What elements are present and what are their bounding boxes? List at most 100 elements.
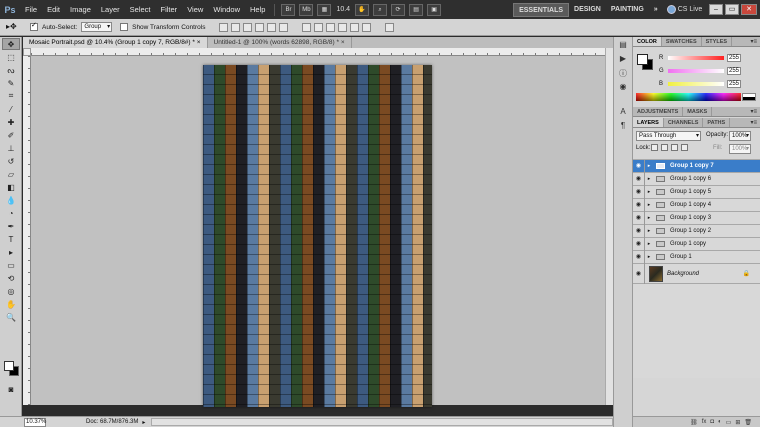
mini-bridge-icon[interactable]: Mb bbox=[299, 3, 314, 16]
link-layers-icon[interactable]: ⛓ bbox=[690, 419, 698, 426]
panel-menu-icon[interactable]: ▾≡ bbox=[750, 107, 757, 117]
tab-untitled-1[interactable]: Untitled-1 @ 100% (words 62898, RGB/8) *… bbox=[207, 37, 352, 48]
lock-transparent-icon[interactable] bbox=[651, 144, 658, 151]
menu-window[interactable]: Window bbox=[208, 0, 245, 19]
quick-selection-tool-icon[interactable]: ✎ bbox=[2, 77, 20, 89]
menu-layer[interactable]: Layer bbox=[96, 0, 125, 19]
menu-image[interactable]: Image bbox=[65, 0, 96, 19]
clone-stamp-tool-icon[interactable]: ⊥ bbox=[2, 142, 20, 154]
red-value[interactable]: 255 bbox=[727, 53, 741, 62]
character-panel-icon[interactable]: A bbox=[616, 107, 630, 118]
tab-close-icon[interactable]: × bbox=[197, 39, 201, 46]
align-vcenter-icon[interactable] bbox=[231, 22, 241, 32]
adjustment-layer-icon[interactable]: ◐ bbox=[718, 419, 722, 425]
screen-mode-icon[interactable]: ▣ bbox=[427, 3, 442, 16]
view-extras-icon[interactable]: ▦ bbox=[317, 3, 332, 16]
layer-row-group-1-copy-6[interactable]: ◉ ▸ Group 1 copy 6 bbox=[633, 172, 760, 186]
gradient-tool-icon[interactable]: ◧ bbox=[2, 181, 20, 193]
layer-row-group-1-copy-4[interactable]: ◉ ▸ Group 1 copy 4 bbox=[633, 198, 760, 212]
tab-styles[interactable]: STYLES bbox=[702, 37, 733, 46]
history-brush-tool-icon[interactable]: ↺ bbox=[2, 155, 20, 167]
tab-swatches[interactable]: SWATCHES bbox=[662, 37, 702, 46]
paragraph-panel-icon[interactable]: ¶ bbox=[616, 121, 630, 132]
tab-adjustments[interactable]: ADJUSTMENTS bbox=[633, 107, 684, 116]
tab-channels[interactable]: CHANNELS bbox=[664, 118, 704, 127]
lock-image-icon[interactable] bbox=[661, 144, 668, 151]
layer-row-group-1-copy-7[interactable]: ◉ ▸ Group 1 copy 7 bbox=[633, 159, 760, 173]
rotate-view-icon[interactable]: ⟳ bbox=[391, 3, 406, 16]
zoom-field[interactable]: 10.37% bbox=[24, 417, 46, 427]
minimize-button[interactable]: – bbox=[709, 4, 723, 15]
visibility-eye-icon[interactable]: ◉ bbox=[633, 159, 645, 173]
horizontal-scrollbar[interactable] bbox=[151, 418, 613, 426]
close-button[interactable]: ✕ bbox=[741, 4, 757, 15]
layer-row-group-1-copy-2[interactable]: ◉ ▸ Group 1 copy 2 bbox=[633, 224, 760, 238]
new-layer-icon[interactable]: ⊞ bbox=[735, 419, 740, 426]
visibility-eye-icon[interactable]: ◉ bbox=[633, 224, 645, 238]
add-mask-icon[interactable]: ◘ bbox=[710, 419, 714, 425]
align-top-icon[interactable] bbox=[219, 22, 229, 32]
brush-tool-icon[interactable]: ✐ bbox=[2, 129, 20, 141]
type-tool-icon[interactable]: T bbox=[2, 233, 20, 245]
expand-arrow-icon[interactable]: ▸ bbox=[645, 163, 653, 169]
align-hcenter-icon[interactable] bbox=[267, 22, 277, 32]
quick-mask-icon[interactable]: ◙ bbox=[2, 383, 20, 395]
path-selection-tool-icon[interactable]: ▸ bbox=[2, 246, 20, 258]
distribute-bottom-icon[interactable] bbox=[326, 22, 336, 32]
zoom-tool-icon[interactable]: ⌕ bbox=[373, 3, 388, 16]
pen-tool-icon[interactable]: ✒ bbox=[2, 220, 20, 232]
vertical-ruler[interactable] bbox=[23, 56, 31, 405]
visibility-eye-icon[interactable]: ◉ bbox=[633, 237, 645, 251]
lock-all-icon[interactable] bbox=[681, 144, 688, 151]
navigator-panel-icon[interactable]: ◉ bbox=[616, 82, 630, 93]
info-panel-icon[interactable]: ⓘ bbox=[616, 68, 630, 79]
layer-row-group-1-copy-3[interactable]: ◉ ▸ Group 1 copy 3 bbox=[633, 211, 760, 225]
menu-filter[interactable]: Filter bbox=[156, 0, 183, 19]
align-bottom-icon[interactable] bbox=[243, 22, 253, 32]
cs-live-button[interactable]: CS Live bbox=[666, 5, 702, 14]
color-spectrum[interactable] bbox=[636, 93, 741, 101]
history-panel-icon[interactable]: ▤ bbox=[616, 40, 630, 51]
layer-style-icon[interactable]: fx bbox=[702, 419, 707, 425]
opacity-field[interactable]: 100% bbox=[729, 131, 751, 141]
layer-row-group-1-copy-5[interactable]: ◉ ▸ Group 1 copy 5 bbox=[633, 185, 760, 199]
auto-select-checkbox[interactable] bbox=[30, 21, 38, 31]
menu-help[interactable]: Help bbox=[245, 0, 270, 19]
new-group-icon[interactable]: ▭ bbox=[726, 419, 732, 426]
tab-mosaic-portrait[interactable]: Mosaic Portrait.psd @ 10.4% (Group 1 cop… bbox=[23, 37, 208, 48]
green-value[interactable]: 255 bbox=[727, 66, 741, 75]
workspace-essentials[interactable]: ESSENTIALS bbox=[513, 2, 570, 17]
lasso-tool-icon[interactable]: ᔓ bbox=[2, 64, 20, 76]
eyedropper-tool-icon[interactable]: ⁄ bbox=[2, 103, 20, 115]
blend-mode-dropdown[interactable]: Pass Through bbox=[636, 131, 701, 141]
marquee-tool-icon[interactable]: ⬚ bbox=[2, 51, 20, 63]
workspace-painting[interactable]: PAINTING bbox=[606, 3, 649, 17]
show-transform-checkbox[interactable] bbox=[120, 23, 129, 31]
vertical-scrollbar[interactable] bbox=[605, 48, 613, 405]
hand-tool-icon[interactable]: ✋ bbox=[355, 3, 370, 16]
lock-position-icon[interactable] bbox=[671, 144, 678, 151]
horizontal-ruler[interactable] bbox=[31, 48, 605, 56]
3d-rotate-tool-icon[interactable]: ⟲ bbox=[2, 272, 20, 284]
arrange-documents-icon[interactable]: ▤ bbox=[409, 3, 424, 16]
tab-paths[interactable]: PATHS bbox=[703, 118, 731, 127]
menu-select[interactable]: Select bbox=[125, 0, 156, 19]
fill-field[interactable]: 100% bbox=[729, 144, 751, 154]
delete-layer-icon[interactable]: 🗑 bbox=[744, 419, 752, 426]
maximize-button[interactable]: ▭ bbox=[725, 4, 739, 15]
visibility-eye-icon[interactable]: ◉ bbox=[633, 263, 645, 284]
tab-masks[interactable]: MASKS bbox=[683, 107, 713, 116]
blue-slider[interactable] bbox=[668, 81, 724, 86]
align-left-icon[interactable] bbox=[255, 22, 265, 32]
expand-arrow-icon[interactable]: ▸ bbox=[645, 189, 653, 195]
distribute-vcenter-icon[interactable] bbox=[314, 22, 324, 32]
color-foreground-swatch[interactable] bbox=[637, 54, 648, 65]
expand-arrow-icon[interactable]: ▸ bbox=[645, 202, 653, 208]
actions-panel-icon[interactable]: ▶ bbox=[616, 54, 630, 65]
launch-bridge-icon[interactable]: Br bbox=[281, 3, 296, 16]
menu-view[interactable]: View bbox=[182, 0, 208, 19]
tab-close-icon[interactable]: × bbox=[341, 39, 345, 46]
hand-tool-icon[interactable]: ✋ bbox=[2, 298, 20, 310]
layer-row-group-1-copy[interactable]: ◉ ▸ Group 1 copy bbox=[633, 237, 760, 251]
expand-arrow-icon[interactable]: ▸ bbox=[645, 254, 653, 260]
